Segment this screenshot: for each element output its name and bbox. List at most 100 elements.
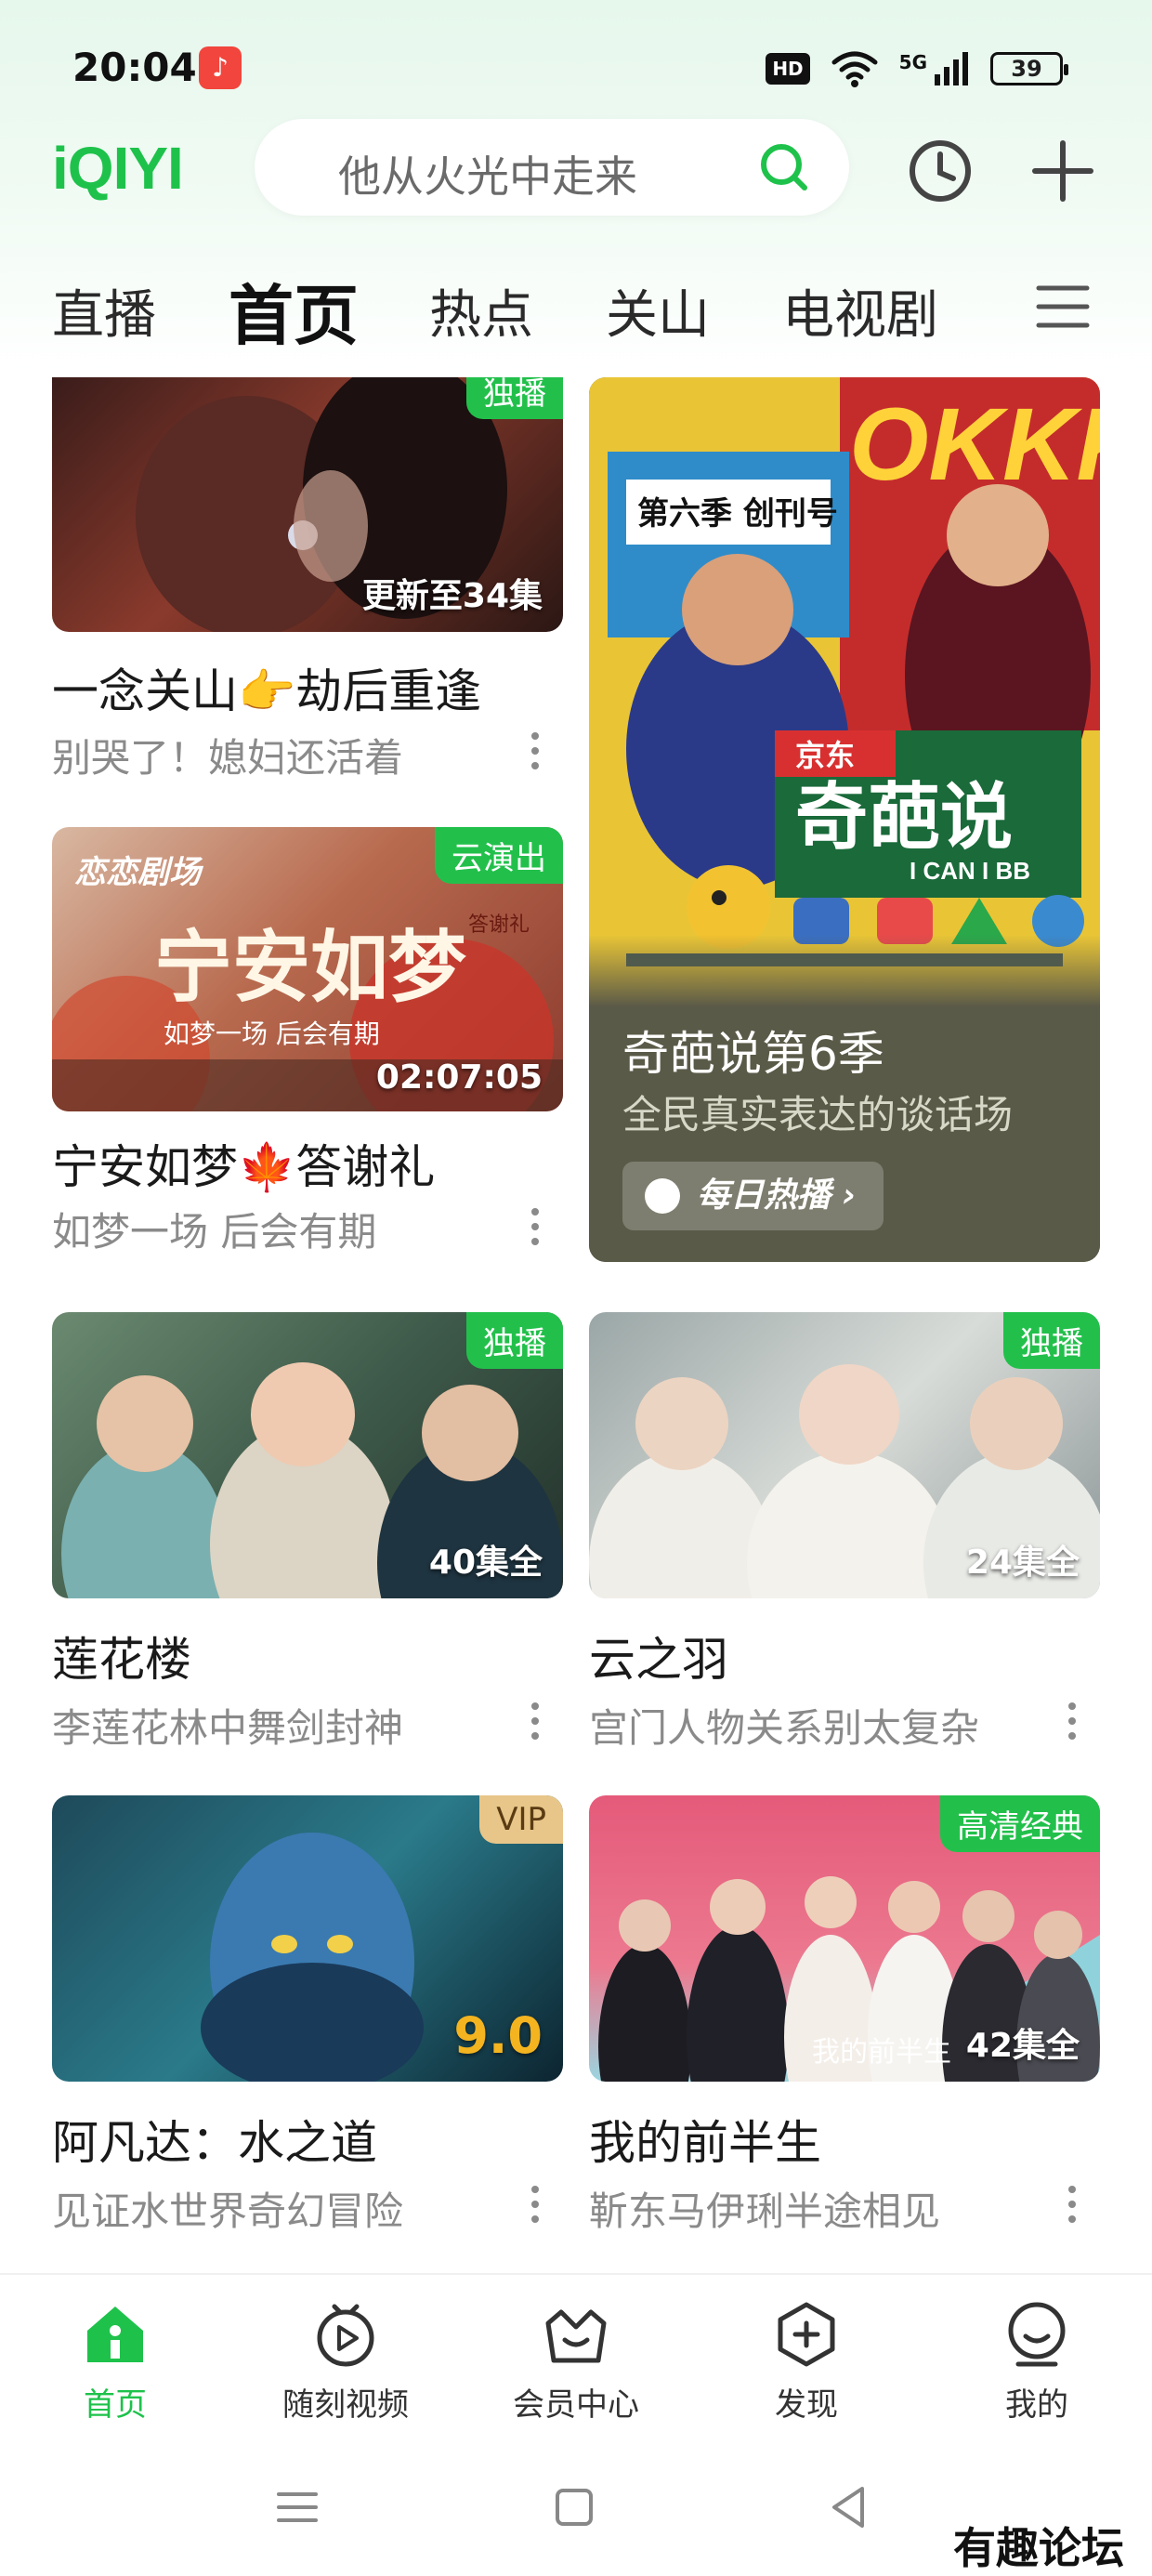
more-options-icon[interactable] <box>530 1208 541 1251</box>
channel-tabs: 直播 首页 热点 关山 电视剧 <box>0 260 1152 354</box>
promo-subtitle: 全民真实表达的谈话场 <box>622 1092 1014 1137</box>
channel-menu-icon[interactable] <box>1033 277 1093 336</box>
poster-show-text: 奇葩说 <box>795 776 1013 860</box>
more-options-icon[interactable] <box>530 732 541 775</box>
video-title[interactable]: 阿凡达：水之道 <box>52 2106 377 2173</box>
tab-tv-series[interactable]: 电视剧 <box>782 273 938 348</box>
more-options-icon[interactable] <box>530 1702 541 1745</box>
video-subtitle: 宫门人物关系别太复杂 <box>589 1705 980 1751</box>
video-subtitle: 李莲花林中舞剑封神 <box>52 1705 404 1751</box>
video-subtitle: 见证水世界奇幻冒险 <box>52 2188 404 2234</box>
promo-poster: OKKK 第六季 创刊号 京东 奇葩说 I CAN I BB <box>589 377 1100 1009</box>
video-thumbnail[interactable]: 独播 40集全 <box>52 1312 563 1598</box>
discover-icon <box>778 2302 835 2367</box>
thumb-logo-text: 恋恋剧场 <box>74 854 204 891</box>
thumb-side-text: 答谢礼 <box>468 913 530 937</box>
promo-card[interactable]: OKKK 第六季 创刊号 京东 奇葩说 I CAN I BB 奇葩说第6季 全民… <box>589 377 1100 1262</box>
search-bar[interactable]: 他从火光中走来 <box>255 119 849 216</box>
app-header: iQIYI 他从火光中走来 <box>0 119 1152 221</box>
nav-discover[interactable]: 发现 <box>713 2299 899 2425</box>
hd-badge: HD <box>766 53 810 85</box>
video-title[interactable]: 我的前半生 <box>589 2106 821 2173</box>
nav-label: 会员中心 <box>513 2386 639 2424</box>
video-thumbnail[interactable]: 独播 24集全 <box>589 1312 1100 1598</box>
thumb-show-text: 我的前半生 <box>812 2036 951 2069</box>
video-thumbnail[interactable]: 独播 更新至34集 <box>52 377 563 632</box>
iqiyi-logo: iQIYI <box>52 135 184 202</box>
search-icon[interactable] <box>756 139 812 195</box>
promo-title[interactable]: 奇葩说第6季 <box>622 1017 884 1084</box>
home-button-icon[interactable] <box>546 2479 602 2535</box>
nav-label: 首页 <box>84 2386 147 2424</box>
video-card[interactable]: 我的前半生 高清经典 42集全 我的前半生 靳东马伊琍半途相见 <box>589 1795 1100 2241</box>
search-input[interactable]: 他从火光中走来 <box>338 143 637 204</box>
video-card[interactable]: 独播 24集全 云之羽 宫门人物关系别太复杂 <box>589 1312 1100 1758</box>
episode-status: 40集全 <box>428 1544 543 1582</box>
tab-guanshan[interactable]: 关山 <box>606 273 710 348</box>
profile-icon <box>1008 2302 1066 2367</box>
status-bar: 20:04 ♪ HD 5G 39 <box>0 0 1152 121</box>
vip-crown-icon <box>545 2309 607 2363</box>
hd-classic-badge: 高清经典 <box>940 1795 1100 1852</box>
battery-icon: 39 <box>990 52 1068 85</box>
video-title[interactable]: 宁安如梦🍁答谢礼 <box>52 1130 435 1197</box>
video-icon <box>317 2304 374 2367</box>
nav-home[interactable]: 首页 <box>22 2299 208 2425</box>
poster-brand-text: 京东 <box>795 738 855 773</box>
video-title[interactable]: 云之羽 <box>589 1623 728 1689</box>
video-thumbnail[interactable]: VIP 9.0 <box>52 1795 563 2082</box>
network-type: 5G <box>898 51 927 73</box>
episode-status: 42集全 <box>965 2027 1080 2065</box>
thumb-title-text: 宁安如梦 <box>154 921 466 1013</box>
thumb-tagline-text: 如梦一场 后会有期 <box>164 1019 380 1049</box>
vip-badge: VIP <box>479 1795 563 1844</box>
episode-status: 24集全 <box>965 1544 1080 1582</box>
nav-label: 发现 <box>775 2386 838 2424</box>
video-thumbnail[interactable]: 我的前半生 高清经典 42集全 <box>589 1795 1100 2082</box>
poster-season-text: 第六季 创刊号 <box>637 495 838 532</box>
daily-hot-button[interactable]: 每日热播 › <box>622 1162 884 1230</box>
video-duration: 02:07:05 <box>375 1058 543 1097</box>
poster-english-text: I CAN I BB <box>910 857 1030 885</box>
video-subtitle: 靳东马伊琍半途相见 <box>589 2188 941 2234</box>
wifi-icon <box>831 51 878 87</box>
video-subtitle: 如梦一场 后会有期 <box>52 1209 377 1255</box>
nav-profile[interactable]: 我的 <box>944 2299 1130 2425</box>
home-icon <box>87 2307 143 2362</box>
signal-icon <box>935 52 968 85</box>
content-feed: 独播 更新至34集 一念关山👉劫后重逢 别哭了！媳妇还活着 OKKK 第六季 创… <box>0 372 1152 2267</box>
video-title[interactable]: 莲花楼 <box>52 1623 191 1689</box>
status-indicators: HD 5G 39 <box>766 46 1068 91</box>
recent-apps-icon[interactable] <box>269 2479 325 2535</box>
bottom-navigation: 首页 随刻视频 会员中心 发现 我的 <box>0 2273 1152 2440</box>
video-card[interactable]: 独播 40集全 莲花楼 李莲花林中舞剑封神 <box>52 1312 563 1758</box>
poster-corner-text: OKKK <box>849 388 1100 502</box>
tab-home[interactable]: 首页 <box>229 264 359 358</box>
plus-icon[interactable] <box>1029 138 1096 204</box>
more-options-icon[interactable] <box>1067 1702 1078 1745</box>
history-clock-icon[interactable] <box>907 138 974 204</box>
more-options-icon[interactable] <box>1067 2186 1078 2228</box>
video-card[interactable]: 独播 更新至34集 一念关山👉劫后重逢 别哭了！媳妇还活着 <box>52 372 563 799</box>
tab-live[interactable]: 直播 <box>52 273 156 348</box>
forum-watermark: 有趣论坛 <box>953 2523 1124 2573</box>
video-card[interactable]: 恋恋剧场 宁安如梦 如梦一场 后会有期 答谢礼 云演出 02:07:05 宁安如… <box>52 827 563 1264</box>
nav-label: 我的 <box>1005 2386 1068 2424</box>
video-card[interactable]: VIP 9.0 阿凡达：水之道 见证水世界奇幻冒险 <box>52 1795 563 2241</box>
tab-trending[interactable]: 热点 <box>429 273 533 348</box>
fire-icon <box>645 1178 680 1214</box>
back-icon[interactable] <box>821 2479 877 2535</box>
exclusive-badge: 独播 <box>466 377 563 419</box>
rating-score: 9.0 <box>453 2006 543 2065</box>
nav-label: 随刻视频 <box>282 2386 409 2424</box>
exclusive-badge: 独播 <box>466 1312 563 1369</box>
video-thumbnail[interactable]: 恋恋剧场 宁安如梦 如梦一场 后会有期 答谢礼 云演出 02:07:05 <box>52 827 563 1111</box>
episode-status: 更新至34集 <box>361 577 543 615</box>
chevron-right-icon: › <box>842 1176 857 1215</box>
nav-vip-center[interactable]: 会员中心 <box>483 2299 669 2425</box>
nav-video[interactable]: 随刻视频 <box>253 2299 439 2425</box>
video-subtitle: 别哭了！媳妇还活着 <box>52 735 404 781</box>
more-options-icon[interactable] <box>530 2186 541 2228</box>
video-title[interactable]: 一念关山👉劫后重逢 <box>52 654 481 721</box>
status-time: 20:04 <box>72 45 197 90</box>
